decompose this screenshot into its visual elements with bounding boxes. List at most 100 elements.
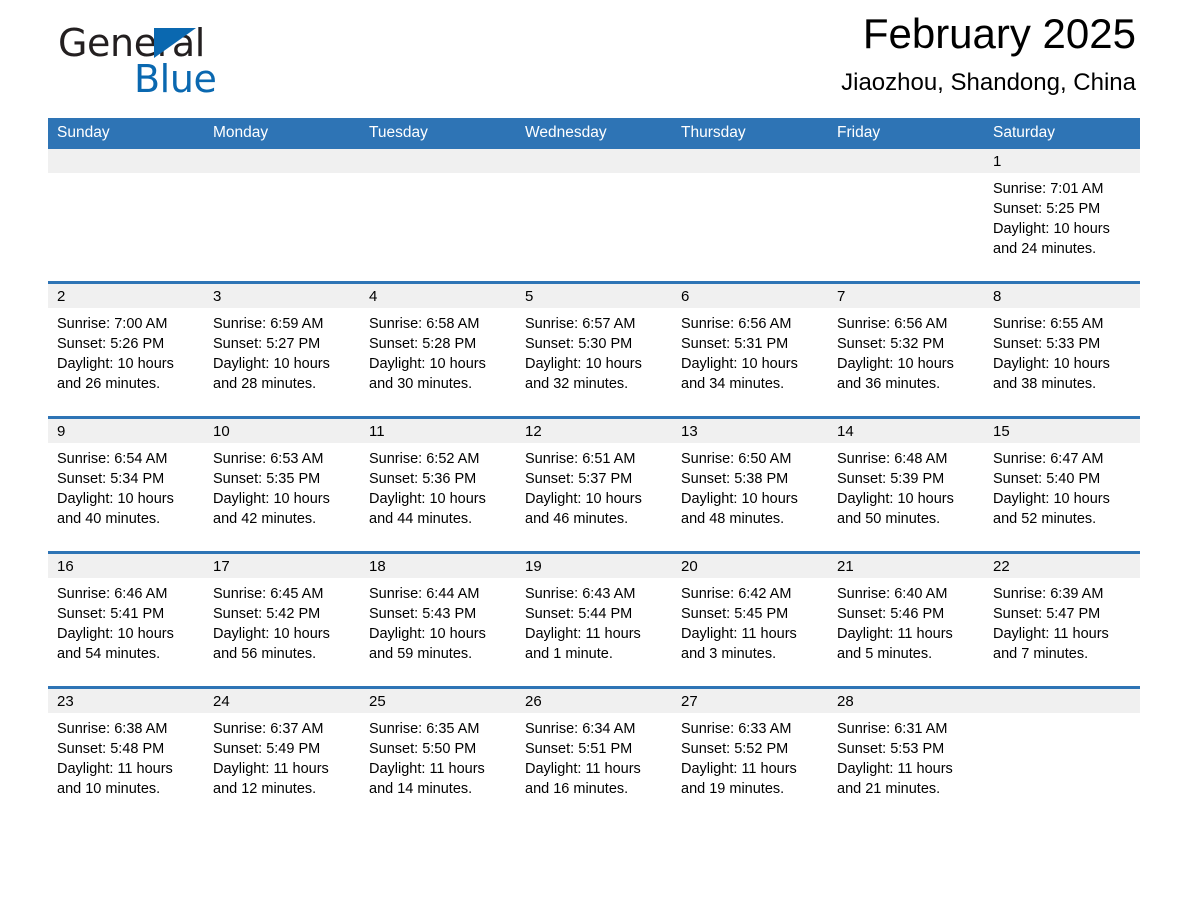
- day-number: [516, 149, 672, 173]
- sunrise-text: Sunrise: 6:38 AM: [57, 721, 168, 737]
- sunset-text: Sunset: 5:34 PM: [57, 471, 165, 487]
- day-cell[interactable]: 4 Sunrise: 6:58 AM Sunset: 5:28 PM Dayli…: [360, 281, 516, 418]
- day-cell[interactable]: 14 Sunrise: 6:48 AM Sunset: 5:39 PM Dayl…: [828, 416, 984, 553]
- day-cell[interactable]: 16 Sunrise: 6:46 AM Sunset: 5:41 PM Dayl…: [48, 551, 204, 688]
- sunset-text: Sunset: 5:53 PM: [837, 741, 945, 757]
- day-cell[interactable]: 21 Sunrise: 6:40 AM Sunset: 5:46 PM Dayl…: [828, 551, 984, 688]
- day-cell[interactable]: 10 Sunrise: 6:53 AM Sunset: 5:35 PM Dayl…: [204, 416, 360, 553]
- sunrise-text: Sunrise: 6:57 AM: [525, 316, 636, 332]
- day-number: 13: [672, 419, 828, 443]
- day-cell[interactable]: 13 Sunrise: 6:50 AM Sunset: 5:38 PM Dayl…: [672, 416, 828, 553]
- daylight-text-line1: Daylight: 10 hours: [993, 491, 1110, 507]
- daylight-text-line2: and 19 minutes.: [681, 781, 785, 797]
- weekday-header-friday: Friday: [828, 118, 984, 149]
- day-cell[interactable]: 19 Sunrise: 6:43 AM Sunset: 5:44 PM Dayl…: [516, 551, 672, 688]
- daylight-text-line1: Daylight: 11 hours: [213, 761, 329, 777]
- day-cell[interactable]: 5 Sunrise: 6:57 AM Sunset: 5:30 PM Dayli…: [516, 281, 672, 418]
- day-number: 24: [204, 689, 360, 713]
- weekday-header-row: Sunday Monday Tuesday Wednesday Thursday…: [48, 118, 1140, 149]
- day-details: Sunrise: 6:51 AM Sunset: 5:37 PM Dayligh…: [516, 443, 672, 529]
- daylight-text-line1: Daylight: 11 hours: [525, 626, 641, 642]
- day-cell[interactable]: 23 Sunrise: 6:38 AM Sunset: 5:48 PM Dayl…: [48, 686, 204, 821]
- sunrise-text: Sunrise: 6:52 AM: [369, 451, 480, 467]
- day-number: 1: [984, 149, 1140, 173]
- daylight-text-line1: Daylight: 11 hours: [993, 626, 1109, 642]
- day-number: 22: [984, 554, 1140, 578]
- day-cell[interactable]: 2 Sunrise: 7:00 AM Sunset: 5:26 PM Dayli…: [48, 281, 204, 418]
- logo-triangle-icon: [154, 28, 196, 58]
- sunrise-text: Sunrise: 6:59 AM: [213, 316, 324, 332]
- day-cell[interactable]: 3 Sunrise: 6:59 AM Sunset: 5:27 PM Dayli…: [204, 281, 360, 418]
- day-details: Sunrise: 6:57 AM Sunset: 5:30 PM Dayligh…: [516, 308, 672, 394]
- weekday-header-sunday: Sunday: [48, 118, 204, 149]
- day-cell[interactable]: 26 Sunrise: 6:34 AM Sunset: 5:51 PM Dayl…: [516, 686, 672, 821]
- day-number: 15: [984, 419, 1140, 443]
- day-cell[interactable]: 8 Sunrise: 6:55 AM Sunset: 5:33 PM Dayli…: [984, 281, 1140, 418]
- daylight-text-line1: Daylight: 10 hours: [681, 491, 798, 507]
- daylight-text-line2: and 21 minutes.: [837, 781, 941, 797]
- day-details: Sunrise: 6:47 AM Sunset: 5:40 PM Dayligh…: [984, 443, 1140, 529]
- general-blue-logo[interactable]: General Blue: [58, 14, 318, 106]
- day-cell[interactable]: 28 Sunrise: 6:31 AM Sunset: 5:53 PM Dayl…: [828, 686, 984, 821]
- sunset-text: Sunset: 5:50 PM: [369, 741, 477, 757]
- sunset-text: Sunset: 5:52 PM: [681, 741, 789, 757]
- day-cell[interactable]: 25 Sunrise: 6:35 AM Sunset: 5:50 PM Dayl…: [360, 686, 516, 821]
- daylight-text-line1: Daylight: 11 hours: [681, 626, 797, 642]
- page-title: February 2025: [862, 10, 1136, 57]
- sunrise-text: Sunrise: 6:35 AM: [369, 721, 480, 737]
- day-cell[interactable]: 22 Sunrise: 6:39 AM Sunset: 5:47 PM Dayl…: [984, 551, 1140, 688]
- day-number: 26: [516, 689, 672, 713]
- day-cell: [828, 149, 984, 283]
- weekday-header-saturday: Saturday: [984, 118, 1140, 149]
- day-cell[interactable]: 27 Sunrise: 6:33 AM Sunset: 5:52 PM Dayl…: [672, 686, 828, 821]
- day-details: Sunrise: 6:58 AM Sunset: 5:28 PM Dayligh…: [360, 308, 516, 394]
- day-cell[interactable]: 15 Sunrise: 6:47 AM Sunset: 5:40 PM Dayl…: [984, 416, 1140, 553]
- week-row: 9 Sunrise: 6:54 AM Sunset: 5:34 PM Dayli…: [48, 416, 1140, 553]
- sunrise-text: Sunrise: 7:00 AM: [57, 316, 168, 332]
- day-cell[interactable]: 20 Sunrise: 6:42 AM Sunset: 5:45 PM Dayl…: [672, 551, 828, 688]
- daylight-text-line1: Daylight: 10 hours: [213, 356, 330, 372]
- day-number: 28: [828, 689, 984, 713]
- daylight-text-line2: and 52 minutes.: [993, 511, 1097, 527]
- sunset-text: Sunset: 5:42 PM: [213, 606, 321, 622]
- day-details: Sunrise: 6:59 AM Sunset: 5:27 PM Dayligh…: [204, 308, 360, 394]
- day-details: Sunrise: 6:50 AM Sunset: 5:38 PM Dayligh…: [672, 443, 828, 529]
- day-details: Sunrise: 6:53 AM Sunset: 5:35 PM Dayligh…: [204, 443, 360, 529]
- day-cell[interactable]: 7 Sunrise: 6:56 AM Sunset: 5:32 PM Dayli…: [828, 281, 984, 418]
- day-details: Sunrise: 7:01 AM Sunset: 5:25 PM Dayligh…: [984, 173, 1140, 259]
- sunrise-text: Sunrise: 6:48 AM: [837, 451, 948, 467]
- sunrise-text: Sunrise: 6:31 AM: [837, 721, 948, 737]
- daylight-text-line1: Daylight: 10 hours: [57, 356, 174, 372]
- day-cell[interactable]: 24 Sunrise: 6:37 AM Sunset: 5:49 PM Dayl…: [204, 686, 360, 821]
- daylight-text-line2: and 59 minutes.: [369, 646, 473, 662]
- day-number: 27: [672, 689, 828, 713]
- sunset-text: Sunset: 5:46 PM: [837, 606, 945, 622]
- day-number: 2: [48, 284, 204, 308]
- day-cell[interactable]: 9 Sunrise: 6:54 AM Sunset: 5:34 PM Dayli…: [48, 416, 204, 553]
- day-cell[interactable]: 17 Sunrise: 6:45 AM Sunset: 5:42 PM Dayl…: [204, 551, 360, 688]
- week-row: 2 Sunrise: 7:00 AM Sunset: 5:26 PM Dayli…: [48, 281, 1140, 418]
- sunrise-text: Sunrise: 6:37 AM: [213, 721, 324, 737]
- day-cell[interactable]: 12 Sunrise: 6:51 AM Sunset: 5:37 PM Dayl…: [516, 416, 672, 553]
- daylight-text-line2: and 30 minutes.: [369, 376, 473, 392]
- day-cell: [516, 149, 672, 283]
- day-number: 11: [360, 419, 516, 443]
- day-details: Sunrise: 6:33 AM Sunset: 5:52 PM Dayligh…: [672, 713, 828, 799]
- sunset-text: Sunset: 5:35 PM: [213, 471, 321, 487]
- sunrise-text: Sunrise: 6:45 AM: [213, 586, 324, 602]
- daylight-text-line1: Daylight: 11 hours: [525, 761, 641, 777]
- day-number: 23: [48, 689, 204, 713]
- day-cell[interactable]: 6 Sunrise: 6:56 AM Sunset: 5:31 PM Dayli…: [672, 281, 828, 418]
- day-number: 5: [516, 284, 672, 308]
- daylight-text-line1: Daylight: 11 hours: [837, 761, 953, 777]
- day-cell[interactable]: 11 Sunrise: 6:52 AM Sunset: 5:36 PM Dayl…: [360, 416, 516, 553]
- day-details: Sunrise: 6:55 AM Sunset: 5:33 PM Dayligh…: [984, 308, 1140, 394]
- day-number: 4: [360, 284, 516, 308]
- daylight-text-line1: Daylight: 10 hours: [57, 491, 174, 507]
- day-cell[interactable]: 1 Sunrise: 7:01 AM Sunset: 5:25 PM Dayli…: [984, 149, 1140, 283]
- daylight-text-line2: and 24 minutes.: [993, 241, 1097, 257]
- day-details: Sunrise: 6:31 AM Sunset: 5:53 PM Dayligh…: [828, 713, 984, 799]
- day-cell[interactable]: 18 Sunrise: 6:44 AM Sunset: 5:43 PM Dayl…: [360, 551, 516, 688]
- weekday-header-thursday: Thursday: [672, 118, 828, 149]
- sunrise-text: Sunrise: 6:42 AM: [681, 586, 792, 602]
